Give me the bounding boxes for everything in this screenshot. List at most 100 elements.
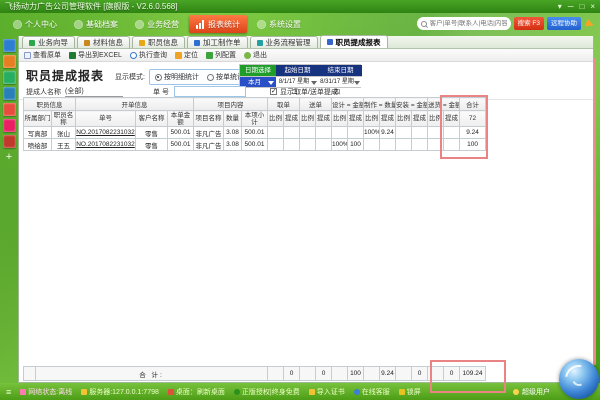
column-header[interactable]: 数量 — [224, 111, 242, 127]
table-cell — [332, 127, 348, 139]
status-label: 正版授权|终身免费 — [242, 387, 300, 397]
column-header[interactable]: 本单金额 — [168, 111, 194, 127]
online-support-button[interactable]: 在线客服 — [354, 387, 390, 397]
table-row[interactable]: 喷绘部王五NO.2017082231032零售500.01非凡广告3.08500… — [24, 139, 486, 151]
column-header[interactable]: 所属部门 — [24, 111, 52, 127]
column-group-header[interactable]: 设计 = 金额×0.2 — [332, 98, 364, 111]
column-header[interactable]: 72 — [460, 111, 486, 127]
column-header[interactable]: 比例 — [268, 111, 284, 127]
column-header[interactable]: 提成 — [444, 111, 460, 127]
add-shortcut-button[interactable]: + — [3, 151, 16, 164]
skin-menu-icon[interactable]: ▾ — [558, 0, 562, 13]
column-group-header[interactable]: 项目内容 — [194, 98, 268, 111]
column-group-header[interactable]: 制作 = 数量×3 — [364, 98, 396, 111]
column-header[interactable]: 提成 — [284, 111, 300, 127]
view-original-order-button[interactable]: 查看原单 — [24, 50, 61, 60]
tab-work-order[interactable]: 加工制作单 — [187, 36, 248, 48]
tab-label: 材料信息 — [93, 37, 123, 48]
column-header[interactable]: 职员名称 — [52, 111, 76, 127]
window-title: 飞扬动力广告公司管理软件 [旗舰版 - V2.6.0.568] — [5, 1, 177, 12]
locate-button[interactable]: 定位 — [175, 50, 198, 60]
nav-report-statistics[interactable]: 报表统计 — [189, 15, 247, 33]
summary-gap-cell — [24, 367, 36, 381]
import-certificate-button[interactable]: 导入证书 — [309, 387, 345, 397]
shortcut-tile-7[interactable] — [3, 135, 16, 148]
tab-workflow-manage[interactable]: 业务流程管理 — [250, 36, 318, 48]
column-header[interactable]: 提成 — [412, 111, 428, 127]
main-panel: 业务向导 材料信息 职员信息 加工制作单 业务流程管理 职员提成报表 — [18, 36, 594, 383]
tool-label: 查看原单 — [33, 50, 61, 60]
table-cell — [300, 127, 316, 139]
column-header[interactable]: 提成 — [316, 111, 332, 127]
column-header[interactable]: 客户名称 — [136, 111, 168, 127]
lock-screen-button[interactable]: 锁屏 — [399, 387, 421, 397]
title-bar: 飞扬动力广告公司管理软件 [旗舰版 - V2.6.0.568] ▾ ─ □ × — [0, 0, 600, 13]
nav-personal-center[interactable]: 个人中心 — [6, 15, 64, 33]
statusbar-menu-icon[interactable]: ≡ — [6, 387, 11, 397]
minimize-icon[interactable]: ─ — [568, 0, 574, 13]
table-cell — [380, 139, 396, 151]
tab-material-info[interactable]: 材料信息 — [77, 36, 130, 48]
nav-system-settings[interactable]: 系统设置 — [250, 15, 308, 33]
table-cell — [284, 127, 300, 139]
tool-label: 定位 — [184, 50, 198, 60]
announcement-icon[interactable] — [585, 18, 595, 28]
tab-commission-report[interactable]: 职员提成报表 — [320, 35, 388, 48]
column-header[interactable]: 比例 — [332, 111, 348, 127]
app-window: 飞扬动力广告公司管理软件 [旗舰版 - V2.6.0.568] ▾ ─ □ × … — [0, 0, 600, 400]
close-icon[interactable]: × — [590, 0, 595, 13]
column-header[interactable]: 单号 — [76, 111, 136, 127]
order-filter-input[interactable] — [174, 86, 246, 97]
maximize-icon[interactable]: □ — [579, 0, 584, 13]
column-header[interactable]: 本项小计 — [242, 111, 268, 127]
column-header[interactable]: 提成 — [380, 111, 396, 127]
shortcut-tile-1[interactable] — [3, 39, 16, 52]
column-header[interactable]: 比例 — [396, 111, 412, 127]
column-header[interactable]: 比例 — [300, 111, 316, 127]
export-excel-button[interactable]: 导出到EXCEL — [69, 50, 122, 60]
excel-icon — [69, 52, 76, 59]
radio-by-detail[interactable]: 按明细统计 — [155, 72, 199, 82]
nav-base-archives[interactable]: 基础档案 — [67, 15, 125, 33]
column-header[interactable]: 比例 — [364, 111, 380, 127]
exit-button[interactable]: 退出 — [244, 50, 267, 60]
column-group-header[interactable]: 合计 — [460, 98, 486, 111]
column-header[interactable]: 比例 — [428, 111, 444, 127]
table-row[interactable]: 写真部张山NO.2017082231032零售500.01非凡广告3.08500… — [24, 127, 486, 139]
run-query-button[interactable]: 执行查询 — [130, 50, 167, 60]
search-button[interactable]: 搜索 F3 — [514, 17, 544, 30]
search-input[interactable] — [430, 20, 507, 27]
shortcut-tile-6[interactable] — [3, 119, 16, 132]
person-filter-input[interactable] — [65, 87, 123, 97]
page-title: 职员提成报表 — [26, 67, 104, 84]
shortcut-tile-2[interactable] — [3, 55, 16, 68]
column-group-header[interactable]: 安装 = 金额×0 — [396, 98, 428, 111]
column-group-header[interactable]: 送单 — [300, 98, 332, 111]
tab-staff-info[interactable]: 职员信息 — [132, 36, 185, 48]
order-number-link[interactable]: NO.2017082231032 — [76, 127, 136, 139]
shortcut-tile-3[interactable] — [3, 71, 16, 84]
certificate-icon — [309, 389, 315, 395]
display-mode-box: 按明细统计 按单统计 — [149, 69, 250, 85]
column-config-button[interactable]: 列配置 — [206, 50, 236, 60]
column-group-header[interactable]: 开单信息 — [76, 98, 194, 111]
column-header[interactable]: 提成 — [348, 111, 364, 127]
remote-assist-button[interactable]: 远程协助 — [547, 17, 581, 30]
show-pickup-delivery-checkbox[interactable]: ✓ 显示取单/送单提成 — [270, 87, 338, 97]
column-group-header[interactable]: 职员信息 — [24, 98, 76, 111]
shortcut-tile-5[interactable] — [3, 103, 16, 116]
column-header[interactable]: 项目名称 — [194, 111, 224, 127]
brand-globe-logo — [559, 359, 599, 399]
table-cell: 9.24 — [380, 127, 396, 139]
current-user[interactable]: 超级用户 — [513, 387, 550, 397]
search-icon — [421, 21, 427, 27]
tab-label: 职员提成报表 — [336, 37, 381, 48]
column-group-header[interactable]: 取单 — [268, 98, 300, 111]
shortcut-rail: + — [0, 36, 18, 383]
column-group-header[interactable]: 送货 = 金额×0 — [428, 98, 460, 111]
desktop-refresh[interactable]: 桌面：刷新桌面 — [168, 387, 225, 397]
nav-business[interactable]: 业务经营 — [128, 15, 186, 33]
shortcut-tile-4[interactable] — [3, 87, 16, 100]
tab-business-wizard[interactable]: 业务向导 — [22, 36, 75, 48]
order-number-link[interactable]: NO.2017082231032 — [76, 139, 136, 151]
